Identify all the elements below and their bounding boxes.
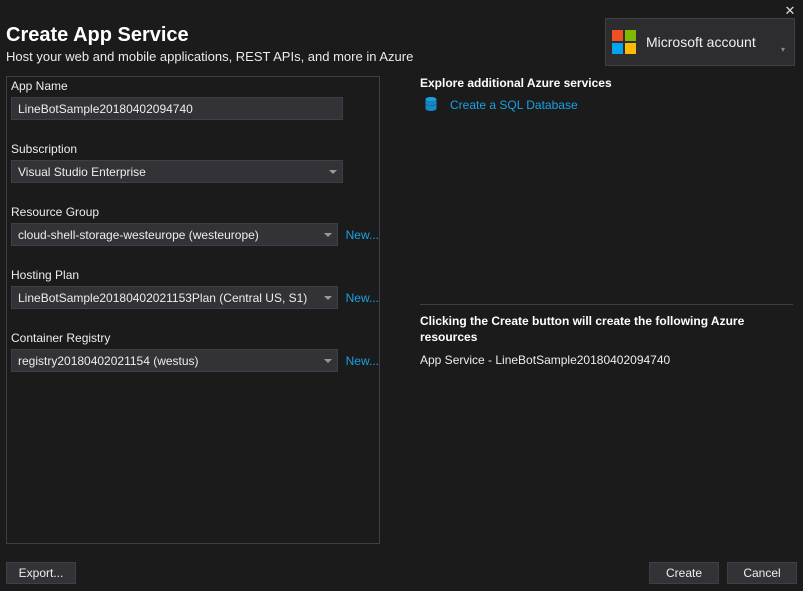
chevron-down-icon	[329, 170, 337, 174]
app-name-label: App Name	[11, 79, 379, 93]
resource-group-label: Resource Group	[11, 205, 379, 219]
subscription-label: Subscription	[11, 142, 379, 156]
chevron-down-icon	[324, 233, 332, 237]
create-sql-row: Create a SQL Database	[420, 96, 793, 114]
resource-group-select[interactable]: cloud-shell-storage-westeurope (westeuro…	[11, 223, 338, 246]
app-name-group: App Name	[7, 79, 379, 120]
resource-group-new-link[interactable]: New...	[346, 228, 379, 242]
export-button[interactable]: Export...	[6, 562, 76, 584]
account-selector[interactable]: Microsoft account ▾	[605, 18, 795, 66]
create-sql-link[interactable]: Create a SQL Database	[450, 98, 578, 112]
container-registry-new-link[interactable]: New...	[346, 354, 379, 368]
hosting-plan-group: Hosting Plan LineBotSample20180402021153…	[7, 268, 379, 309]
summary-item: App Service - LineBotSample2018040209474…	[420, 353, 793, 367]
divider	[420, 304, 793, 305]
container-registry-label: Container Registry	[11, 331, 379, 345]
hosting-plan-select[interactable]: LineBotSample20180402021153Plan (Central…	[11, 286, 338, 309]
microsoft-logo-icon	[612, 30, 636, 54]
footer: Export... Create Cancel	[6, 561, 797, 585]
hosting-plan-value: LineBotSample20180402021153Plan (Central…	[18, 291, 307, 305]
account-label: Microsoft account	[646, 34, 778, 50]
sql-database-icon	[422, 96, 440, 114]
chevron-down-icon	[324, 359, 332, 363]
header: Create App Service Host your web and mob…	[0, 22, 803, 74]
cancel-button[interactable]: Cancel	[727, 562, 797, 584]
container-registry-select[interactable]: registry20180402021154 (westus)	[11, 349, 338, 372]
resource-group-value: cloud-shell-storage-westeurope (westeuro…	[18, 228, 259, 242]
container-registry-value: registry20180402021154 (westus)	[18, 354, 199, 368]
subscription-select[interactable]: Visual Studio Enterprise	[11, 160, 343, 183]
resource-group-group: Resource Group cloud-shell-storage-weste…	[7, 205, 379, 246]
hosting-plan-new-link[interactable]: New...	[346, 291, 379, 305]
chevron-down-icon	[324, 296, 332, 300]
right-panel: Explore additional Azure services Create…	[420, 76, 797, 544]
subscription-group: Subscription Visual Studio Enterprise	[7, 142, 379, 183]
app-name-input[interactable]	[11, 97, 343, 120]
close-icon[interactable]: ✕	[777, 3, 803, 19]
content: App Name Subscription Visual Studio Ente…	[0, 74, 803, 544]
form-panel: App Name Subscription Visual Studio Ente…	[6, 76, 380, 544]
subscription-value: Visual Studio Enterprise	[18, 165, 146, 179]
hosting-plan-label: Hosting Plan	[11, 268, 379, 282]
create-button[interactable]: Create	[649, 562, 719, 584]
chevron-down-icon[interactable]: ▾	[778, 45, 788, 54]
container-registry-group: Container Registry registry2018040202115…	[7, 331, 379, 372]
explore-heading: Explore additional Azure services	[420, 76, 793, 90]
summary-heading: Clicking the Create button will create t…	[420, 313, 793, 345]
